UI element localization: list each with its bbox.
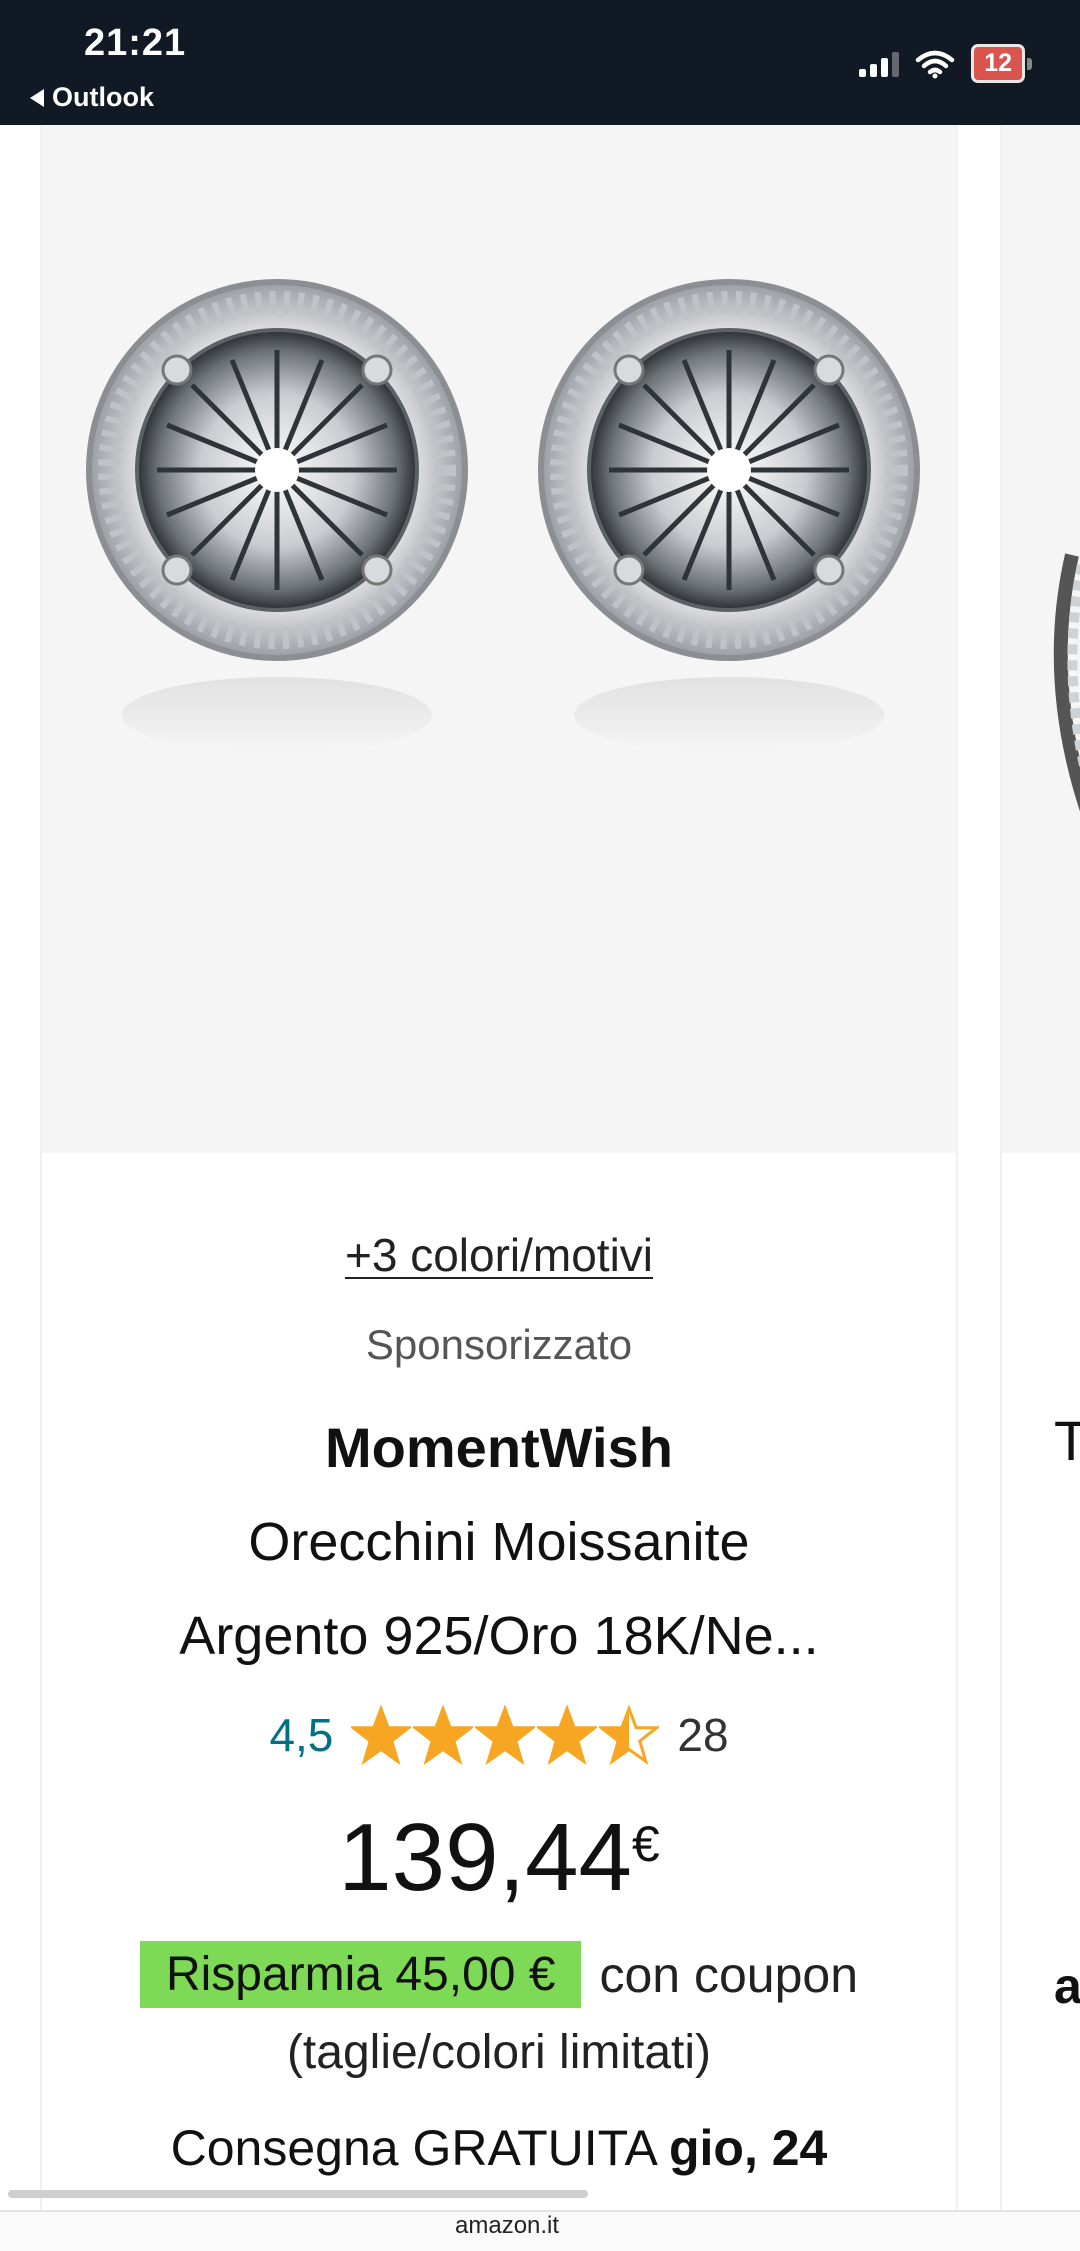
status-bar: 21:21 Outlook 12	[0, 0, 1080, 125]
star-icon	[537, 1705, 598, 1765]
status-indicators: 12	[859, 44, 1032, 83]
rating-value[interactable]: 4,5	[269, 1708, 333, 1762]
horizontal-scrollbar[interactable]	[8, 2190, 588, 2198]
coupon-suffix: con coupon	[599, 1946, 859, 2003]
next-product-card[interactable]: T a	[1000, 125, 1080, 2210]
results-carousel[interactable]: +3 colori/motivi Sponsorizzato MomentWis…	[0, 125, 1080, 2251]
product-price: 139,44€	[42, 1803, 956, 1913]
star-icon	[599, 1705, 660, 1765]
limited-availability-note: (taglie/colori limitati)	[286, 2026, 712, 2079]
next-product-title[interactable]: T	[1054, 1408, 1080, 1473]
browser-address-bar[interactable]: amazon.it	[0, 2210, 1080, 2251]
back-app-label: Outlook	[52, 82, 154, 112]
coupon-row: Risparmia 45,00 € con coupon	[42, 1941, 956, 2008]
delivery-prefix: Consegna GRATUITA	[170, 2120, 656, 2176]
battery-level: 12	[971, 44, 1025, 83]
signal-icon	[859, 51, 900, 77]
price-value: 139,44	[338, 1804, 632, 1911]
left-earring	[86, 279, 468, 661]
next-product-thumbnail	[1053, 553, 1080, 812]
battery-icon: 12	[971, 44, 1032, 83]
product-brand[interactable]: MomentWish	[42, 1415, 956, 1480]
color-variants-link[interactable]: +3 colori/motivi	[42, 1228, 956, 1282]
product-title-line-1[interactable]: Orecchini Moissanite	[42, 1511, 956, 1573]
product-card[interactable]: +3 colori/motivi Sponsorizzato MomentWis…	[40, 125, 958, 2233]
rating-stars[interactable]	[351, 1705, 660, 1765]
back-to-app-button[interactable]: Outlook	[30, 82, 154, 113]
star-icon	[475, 1705, 536, 1765]
back-arrow-icon	[30, 88, 44, 107]
rating-row[interactable]: 4,5 28	[42, 1705, 956, 1765]
product-image[interactable]	[42, 125, 956, 1153]
coupon-badge[interactable]: Risparmia 45,00 €	[139, 1941, 582, 2008]
right-earring	[538, 279, 920, 661]
delivery-info: Consegna GRATUITA gio, 24	[42, 2119, 956, 2177]
rating-count[interactable]: 28	[677, 1708, 728, 1762]
next-product-image[interactable]	[1002, 125, 1080, 1153]
star-icon	[413, 1705, 474, 1765]
earrings-illustration	[86, 279, 920, 753]
browser-url[interactable]: amazon.it	[455, 2212, 559, 2240]
delivery-date: gio, 24	[668, 2120, 828, 2176]
sponsored-label: Sponsorizzato	[365, 1321, 633, 1368]
price-currency: €	[631, 1816, 660, 1872]
wifi-icon	[915, 50, 955, 78]
status-time: 21:21	[84, 22, 187, 64]
star-icon	[351, 1705, 412, 1765]
next-product-coupon: a	[1054, 1958, 1080, 2014]
product-title-line-2[interactable]: Argento 925/Oro 18K/Ne...	[42, 1605, 956, 1667]
